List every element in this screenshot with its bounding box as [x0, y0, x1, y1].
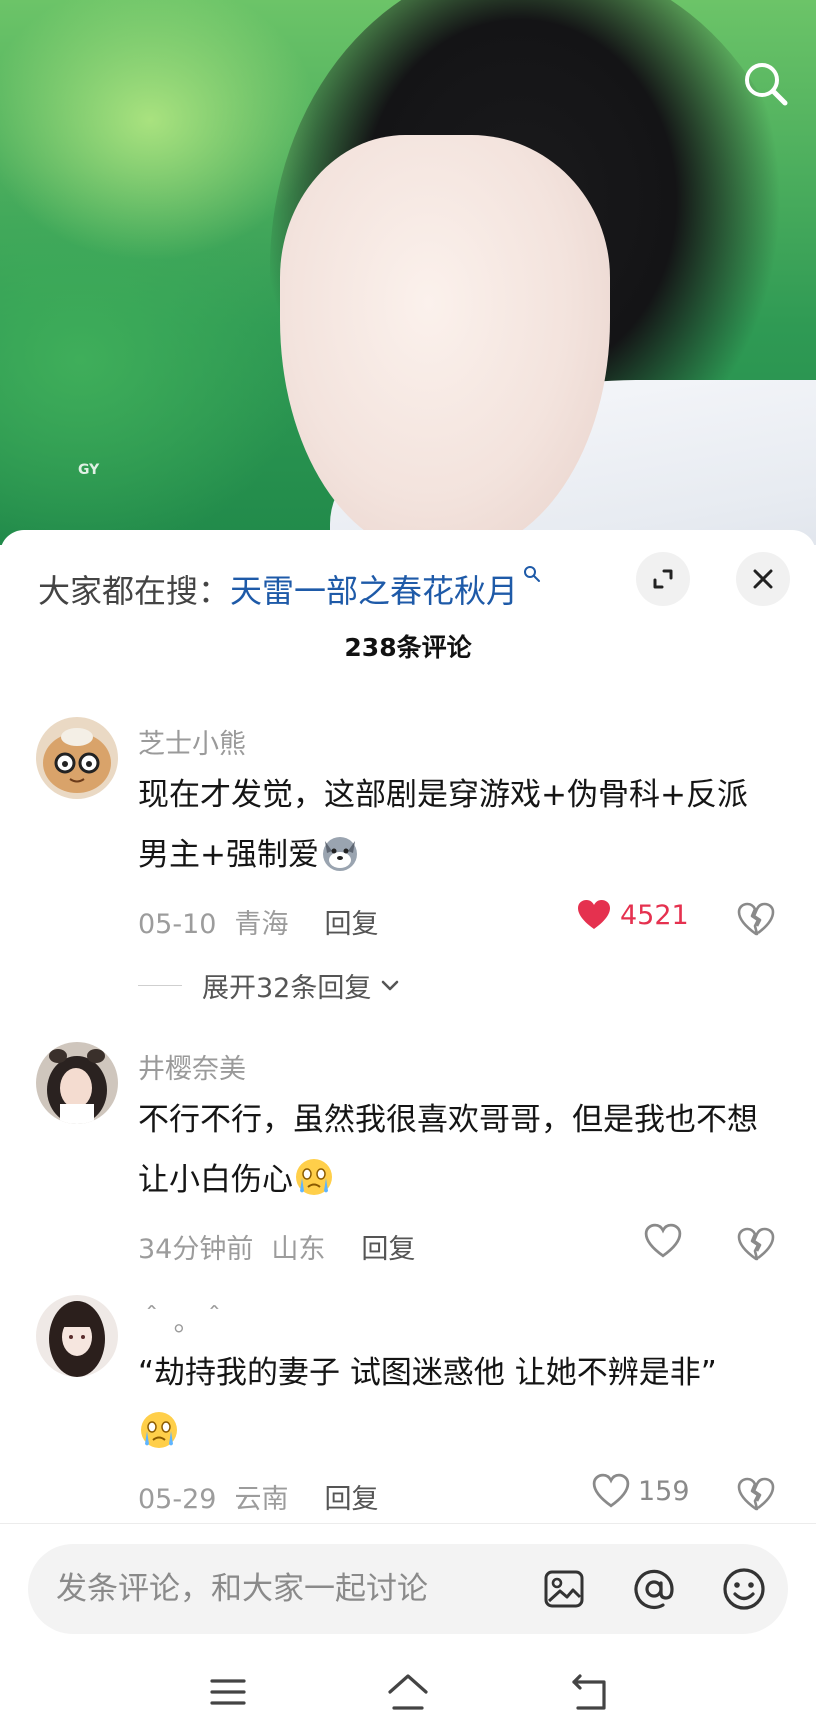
comment-input-bar	[28, 1544, 788, 1634]
dislike-button[interactable]	[736, 1224, 776, 1264]
close-panel-button[interactable]	[736, 552, 790, 606]
smiley-icon	[723, 1568, 765, 1610]
comment-text-content: 现在才发觉，这部剧是穿游戏+伪骨科+反派男主+强制爱	[138, 777, 748, 873]
search-button[interactable]	[738, 56, 794, 112]
trending-search[interactable]: 大家都在搜：天雷一部之春花秋月	[38, 566, 542, 612]
like-button[interactable]	[644, 1222, 682, 1260]
like-button[interactable]: 159	[592, 1472, 690, 1510]
dislike-button[interactable]	[736, 1474, 776, 1514]
comment-text: 不行不行，虽然我很喜欢哥哥，但是我也不想让小白伤心	[138, 1090, 778, 1210]
nav-home-button[interactable]	[384, 1668, 432, 1716]
nav-menu-button[interactable]	[204, 1668, 252, 1716]
expand-icon	[653, 569, 673, 589]
comment-text-content: 不行不行，虽然我很喜欢哥哥，但是我也不想让小白伤心	[138, 1102, 758, 1198]
trending-query-link[interactable]: 天雷一部之春花秋月	[230, 572, 518, 610]
comment-text: “劫持我的妻子 试图迷惑他 让她不辨是非”	[138, 1343, 778, 1463]
small-search-icon	[524, 566, 541, 582]
video-player[interactable]: GY	[0, 0, 816, 545]
expand-panel-button[interactable]	[636, 552, 690, 606]
husky-emoji-icon	[322, 837, 357, 871]
comment-date: 05-29	[138, 1484, 217, 1515]
nav-back-button[interactable]	[566, 1668, 614, 1716]
dislike-button[interactable]	[736, 899, 776, 939]
trending-prefix: 大家都在搜：	[38, 572, 231, 610]
expand-replies-line	[138, 985, 182, 986]
reply-button[interactable]: 回复	[324, 909, 378, 940]
avatar[interactable]	[36, 717, 118, 799]
comment-location: 山东	[271, 1234, 326, 1265]
chevron-down-icon	[382, 980, 399, 990]
anime-girl-avatar-icon	[36, 1295, 118, 1377]
comment-text: 现在才发觉，这部剧是穿游戏+伪骨科+反派男主+强制爱	[138, 765, 778, 885]
menu-icon	[210, 1679, 246, 1705]
comment-location: 青海	[234, 909, 289, 940]
bear-avatar-icon	[36, 717, 118, 799]
home-icon	[388, 1674, 428, 1710]
like-button[interactable]: 4521	[576, 897, 689, 933]
avatar[interactable]	[36, 1042, 118, 1124]
broken-heart-icon	[737, 902, 775, 936]
emoji-button[interactable]	[720, 1565, 768, 1613]
heart-outline-icon	[644, 1223, 682, 1258]
comment-username[interactable]: 芝士小熊	[138, 722, 246, 761]
avatar[interactable]	[36, 1295, 118, 1377]
like-count: 159	[638, 1475, 690, 1507]
comment-count: 238条评论	[344, 633, 472, 662]
at-mention-icon	[634, 1569, 674, 1609]
like-count: 4521	[620, 899, 689, 931]
reply-button[interactable]: 回复	[361, 1234, 415, 1265]
input-divider	[0, 1523, 816, 1524]
comment-meta: 05-29 云南 回复	[138, 1477, 396, 1516]
broken-heart-icon	[737, 1227, 775, 1261]
search-icon	[745, 63, 788, 106]
back-icon	[572, 1674, 606, 1710]
comment-meta: 05-10 青海 回复	[138, 902, 396, 941]
broken-heart-icon	[737, 1477, 775, 1511]
video-frame-face	[280, 135, 610, 545]
heart-outline-icon	[592, 1473, 630, 1508]
comment-input[interactable]	[56, 1566, 496, 1612]
reply-button[interactable]: 回复	[324, 1484, 378, 1515]
heart-filled-icon	[578, 900, 610, 929]
crying-emoji-icon	[296, 1159, 332, 1195]
comment-date: 05-10	[138, 909, 217, 940]
image-icon	[544, 1570, 584, 1608]
crying-emoji-icon	[141, 1412, 177, 1448]
close-icon	[753, 569, 773, 589]
expand-replies-button[interactable]: 展开32条回复	[138, 966, 403, 1005]
video-watermark: GY	[78, 462, 100, 478]
comment-meta: 34分钟前 山东 回复	[138, 1227, 433, 1266]
girl-avatar-icon	[36, 1042, 118, 1124]
mention-button[interactable]	[630, 1565, 678, 1613]
comment-username[interactable]: 井樱奈美	[138, 1047, 246, 1086]
image-button[interactable]	[540, 1565, 588, 1613]
comment-date: 34分钟前	[138, 1234, 254, 1265]
comment-text-content: “劫持我的妻子 试图迷惑他 让她不辨是非”	[138, 1355, 717, 1391]
expand-replies-label: 展开32条回复	[202, 973, 372, 1004]
comment-username[interactable]: ＾ 。＾	[138, 1300, 228, 1339]
comment-location: 云南	[234, 1484, 289, 1515]
